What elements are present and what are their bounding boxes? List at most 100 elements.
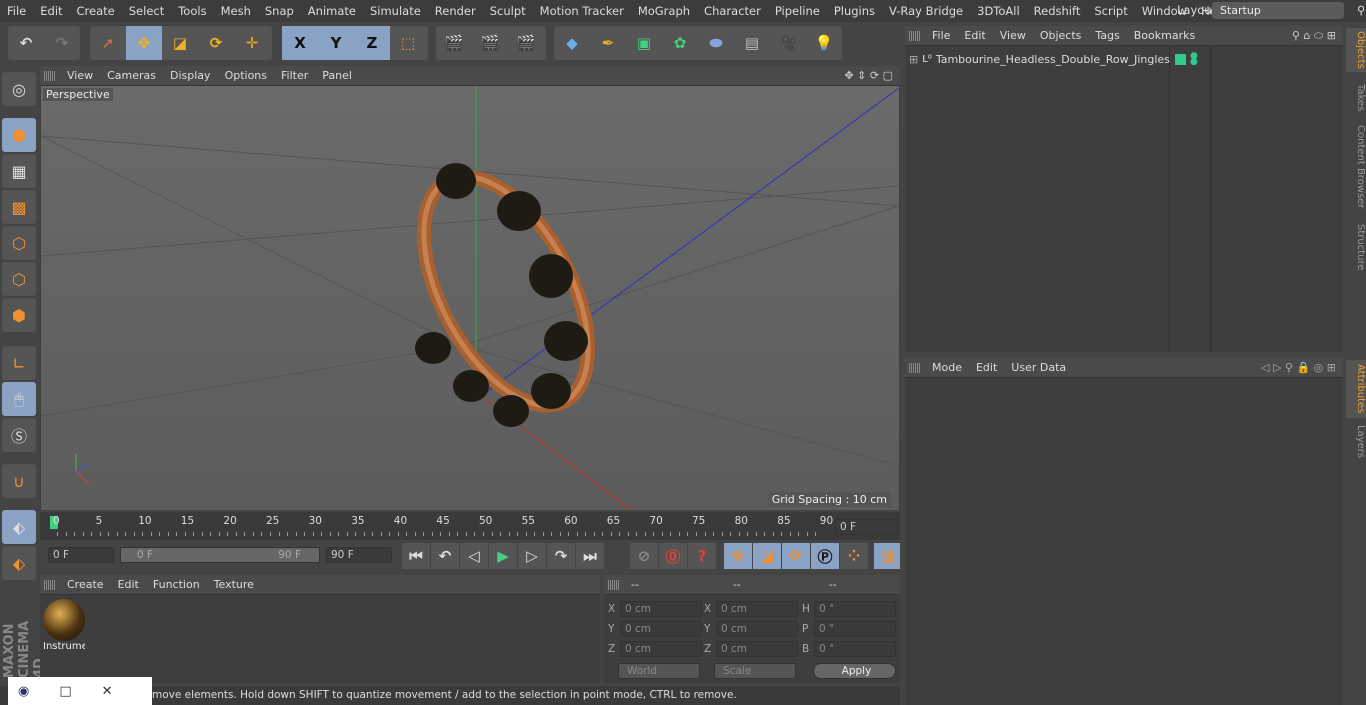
magnet-icon[interactable]: ∪ — [2, 464, 36, 498]
next-frame-icon[interactable]: ▷ — [518, 543, 546, 569]
coordinate-mode-dropdown[interactable]: Scale — [714, 663, 796, 679]
object-row[interactable]: ⊞ L⁰ Tambourine_Headless_Double_Row_Jing… — [905, 50, 1343, 68]
objects-toolbar-icons[interactable]: ⚲ ⌂ ⬭ ⊞ — [1285, 29, 1343, 43]
viewport-menu-display[interactable]: Display — [163, 69, 218, 82]
move-tool-icon[interactable]: ✥ — [126, 26, 162, 60]
objects-menu-view[interactable]: View — [993, 29, 1033, 42]
next-key-icon[interactable]: ↷ — [547, 543, 575, 569]
coord-size-field[interactable]: 0 cm — [716, 601, 798, 617]
workplane-icon[interactable]: ▩ — [2, 190, 36, 224]
objects-menu-tags[interactable]: Tags — [1088, 29, 1126, 42]
tab-layers[interactable]: Layers — [1346, 424, 1366, 460]
render-view-icon[interactable]: 🎬 — [436, 26, 472, 60]
menu-sculpt[interactable]: Sculpt — [483, 4, 533, 18]
viewport-menu-panel[interactable]: Panel — [315, 69, 359, 82]
menu-mograph[interactable]: MoGraph — [631, 4, 697, 18]
range-slider[interactable]: 0 F 90 F — [120, 547, 320, 563]
viewport-nav-icons[interactable]: ✥ ⇕ ⟳ ▢ — [837, 69, 900, 82]
objects-menu-bookmarks[interactable]: Bookmarks — [1127, 29, 1202, 42]
keyframe-selection-icon[interactable]: ? — [688, 543, 716, 569]
deformer-icon[interactable]: ⬬ — [698, 26, 734, 60]
menu-select[interactable]: Select — [122, 4, 171, 18]
edges-mode-icon[interactable]: ⬡ — [2, 262, 36, 296]
coordinate-system-icon[interactable]: ⬚ — [390, 26, 426, 60]
pen-icon[interactable]: ✒ — [590, 26, 626, 60]
light-icon[interactable]: 💡 — [806, 26, 842, 60]
menu-3dtoall[interactable]: 3DToAll — [970, 4, 1027, 18]
coord-position-field[interactable]: 0 cm — [620, 601, 702, 617]
material-menu-edit[interactable]: Edit — [111, 578, 146, 591]
polygons-mode-icon[interactable]: ⬢ — [2, 298, 36, 332]
material-menu-texture[interactable]: Texture — [207, 578, 261, 591]
play-icon[interactable]: ▶ — [489, 543, 517, 569]
menu-pipeline[interactable]: Pipeline — [768, 4, 827, 18]
start-frame-field[interactable]: 0 F — [48, 547, 114, 563]
coordinate-space-dropdown[interactable]: World — [618, 663, 700, 679]
previous-frame-icon[interactable]: ◁ — [460, 543, 488, 569]
tab-content-browser[interactable]: Content Browser — [1346, 122, 1366, 212]
coord-rotation-field[interactable]: 0 ° — [814, 601, 896, 617]
panel-grip[interactable] — [44, 70, 56, 81]
timeline-window-icon[interactable]: ▥ — [874, 543, 900, 569]
menu-snap[interactable]: Snap — [258, 4, 301, 18]
expand-icon[interactable]: ⊞ — [909, 53, 918, 66]
visibility-dots-icon[interactable]: ● ● — [1190, 52, 1198, 67]
menu-character[interactable]: Character — [697, 4, 768, 18]
viewport-menu-options[interactable]: Options — [218, 69, 274, 82]
key-position-icon[interactable]: ✥ — [724, 543, 752, 569]
viewport-menu-cameras[interactable]: Cameras — [100, 69, 163, 82]
attributes-menu-mode[interactable]: Mode — [925, 361, 969, 374]
apply-button[interactable]: Apply — [813, 663, 896, 679]
panel-grip[interactable] — [909, 362, 921, 373]
menu-tools[interactable]: Tools — [171, 4, 213, 18]
attributes-toolbar-icons[interactable]: ◁ ▷ ⚲ 🔒 ◎ ⊞ — [1254, 361, 1343, 374]
model-mode-icon[interactable]: ⬢ — [2, 118, 36, 152]
subdivision-icon[interactable]: ▣ — [626, 26, 662, 60]
redo-icon[interactable]: ↷ — [44, 26, 80, 60]
end-frame-field[interactable]: 90 F — [326, 547, 392, 563]
key-scale-icon[interactable]: ◪ — [753, 543, 781, 569]
key-pla-icon[interactable]: ⁘ — [840, 543, 868, 569]
points-mode-icon[interactable]: ⬡ — [2, 226, 36, 260]
menu-vray-bridge[interactable]: V-Ray Bridge — [882, 4, 970, 18]
workplane-lock-icon[interactable]: ⬖ — [2, 510, 36, 544]
coord-position-field[interactable]: 0 cm — [620, 641, 702, 657]
material-menu-function[interactable]: Function — [146, 578, 207, 591]
floor-icon[interactable]: ▤ — [734, 26, 770, 60]
coord-position-field[interactable]: 0 cm — [620, 621, 702, 637]
objects-menu-objects[interactable]: Objects — [1033, 29, 1089, 42]
axis-mode-icon[interactable]: ∟ — [2, 346, 36, 380]
texture-mode-icon[interactable]: ▦ — [2, 154, 36, 188]
viewport-menu-filter[interactable]: Filter — [274, 69, 315, 82]
panel-grip[interactable] — [909, 30, 921, 41]
z-axis-lock-button[interactable]: Z — [354, 26, 390, 60]
timeline-ruler[interactable]: 0 5 10 15 20 25 30 35 40 45 50 55 60 65 70 75 80 85 90 0 F — [40, 512, 900, 540]
rotate-tool-icon[interactable]: ⟳ — [198, 26, 234, 60]
objects-menu-file[interactable]: File — [925, 29, 957, 42]
object-name[interactable]: Tambourine_Headless_Double_Row_Jingles — [936, 53, 1170, 66]
live-select-icon[interactable]: ✛ — [234, 26, 270, 60]
tab-objects[interactable]: Objects — [1346, 28, 1366, 72]
search-icon[interactable]: ⚲ — [1350, 3, 1366, 17]
menu-simulate[interactable]: Simulate — [363, 4, 428, 18]
tab-takes[interactable]: Takes — [1346, 80, 1366, 116]
key-rotation-icon[interactable]: ⟳ — [782, 543, 810, 569]
menu-redshift[interactable]: Redshift — [1027, 4, 1088, 18]
make-editable-icon[interactable]: ◎ — [2, 72, 36, 106]
key-parameter-icon[interactable]: Ⓟ — [811, 543, 839, 569]
menu-plugins[interactable]: Plugins — [827, 4, 882, 18]
workplane-align-icon[interactable]: ⬖ — [2, 546, 36, 580]
render-picture-viewer-icon[interactable]: 🎬 — [472, 26, 508, 60]
viewport-canvas[interactable]: Perspective Grid Spacing : 10 cm — [41, 86, 899, 510]
material-menu-create[interactable]: Create — [60, 578, 111, 591]
attributes-menu-edit[interactable]: Edit — [969, 361, 1004, 374]
layout-dropdown[interactable]: Startup — [1212, 2, 1344, 19]
camera-icon[interactable]: 🎥 — [770, 26, 806, 60]
render-settings-icon[interactable]: 🎬 — [508, 26, 544, 60]
current-frame-field[interactable]: 0 F — [835, 519, 899, 535]
menu-animate[interactable]: Animate — [301, 4, 363, 18]
menu-script[interactable]: Script — [1087, 4, 1134, 18]
close-icon[interactable]: ✕ — [102, 684, 113, 699]
tweak-mode-icon[interactable]: 🖱 — [2, 382, 36, 416]
panel-grip[interactable] — [44, 579, 56, 590]
